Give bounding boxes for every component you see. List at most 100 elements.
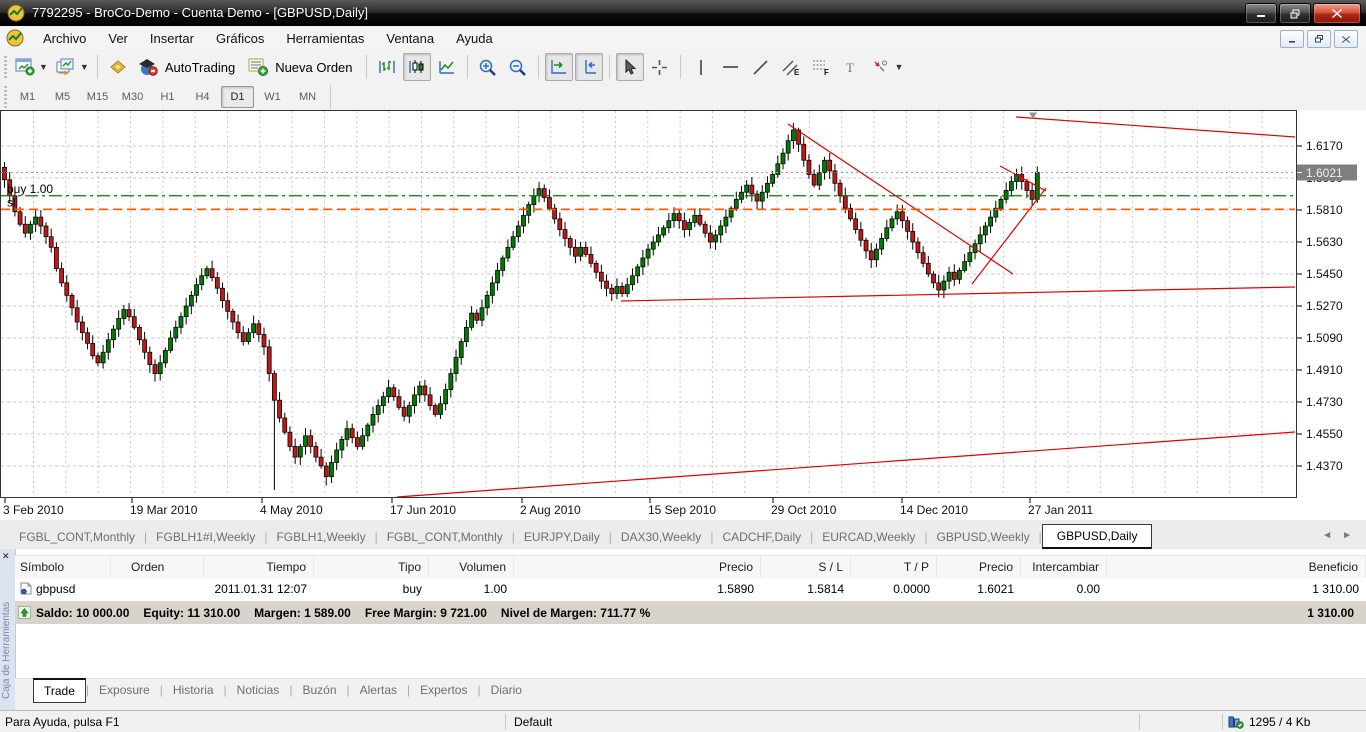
chart-tab-eurjpy-daily[interactable]: EURJPY,Daily [515,526,609,549]
timeframe-m15[interactable]: M15 [81,86,114,108]
summary-part-4: Nivel de Margen: 711.77 % [501,606,650,620]
column-header-intercambiar[interactable]: Intercambiar [1021,556,1107,579]
summary-part-2: Margen: 1 589.00 [254,606,351,620]
text-tool-button[interactable]: T [837,53,865,81]
timeframe-m1[interactable]: M1 [11,86,44,108]
minimize-button[interactable] [1245,3,1277,24]
new-order-label[interactable]: Nueva Orden [275,60,352,75]
timeframe-h1[interactable]: H1 [151,86,184,108]
svg-text:sl: sl [7,195,16,209]
chart-tab-dax30-weekly[interactable]: DAX30,Weekly [612,526,710,549]
profiles-button[interactable] [52,53,80,81]
close-button[interactable] [1313,3,1361,24]
crosshair-tool-button[interactable] [646,53,674,81]
mt4-application-window: 7792295 - BroCo-Demo - Cuenta Demo - [GB… [0,0,1366,732]
menu-archivo[interactable]: Archivo [32,28,97,49]
column-header-orden[interactable]: Orden [111,556,204,579]
line-chart-mode-button[interactable] [433,53,461,81]
chart-tabs-scroll-left[interactable]: ◄ [1322,530,1332,541]
svg-text:2 Aug 2010: 2 Aug 2010 [520,503,581,517]
toolbox-sidebar[interactable]: Caja de Herramientas [0,549,16,710]
zoom-in-button[interactable] [474,53,502,81]
column-header-sl[interactable]: S / L [761,556,851,579]
chart-tabs-scroll-right[interactable]: ► [1342,530,1352,541]
chart-tab-gbpusd-daily[interactable]: GBPUSD,Daily [1042,524,1153,549]
channel-tool-button[interactable]: E [777,53,805,81]
menu-ver[interactable]: Ver [97,28,139,49]
profiles-dropdown-caret[interactable]: ▼ [80,62,89,72]
new-chart-dropdown-caret[interactable]: ▼ [39,62,48,72]
column-header-tp[interactable]: T / P [851,556,937,579]
arrows-tool-button[interactable] [867,53,895,81]
price-chart[interactable]: buy 1.00sl1.61701.59901.58101.56301.5450… [0,110,1366,520]
menu-gráficos[interactable]: Gráficos [205,28,275,49]
chart-tab-gbpusd-weekly[interactable]: GBPUSD,Weekly [928,526,1039,549]
menu-ayuda[interactable]: Ayuda [445,28,504,49]
candlestick-mode-button[interactable] [403,53,431,81]
terminal-panel: Caja de Herramientas ✕ SímboloOrdenTiemp… [0,549,1366,710]
terminal-tab-diario[interactable]: Diario [481,679,532,701]
chart-tab-fgblh1-i-weekly[interactable]: FGBLH1#I,Weekly [147,526,264,549]
auto-scroll-button[interactable] [575,53,603,81]
timeframe-h4[interactable]: H4 [186,86,219,108]
toolbar-grip[interactable] [4,56,7,78]
column-header-precio[interactable]: Precio [937,556,1021,579]
metaquotes-button[interactable] [104,53,132,81]
terminal-tab-historia[interactable]: Historia [163,679,224,701]
autotrading-button[interactable] [134,53,162,81]
terminal-tab-expertos[interactable]: Expertos [410,679,477,701]
timeframe-m5[interactable]: M5 [46,86,79,108]
terminal-tab-noticias[interactable]: Noticias [227,679,290,701]
timeframe-grip[interactable] [4,86,7,108]
column-header-smbolo[interactable]: Símbolo [15,556,111,579]
restore-button[interactable] [1279,3,1311,24]
terminal-tab-exposure[interactable]: Exposure [89,679,160,701]
chart-tab-fgblh1-weekly[interactable]: FGBLH1,Weekly [267,526,374,549]
column-header-tipo[interactable]: Tipo [314,556,429,579]
timeframe-mn[interactable]: MN [291,86,324,108]
timeframe-m30[interactable]: M30 [116,86,149,108]
chart-tab-eurcad-weekly[interactable]: EURCAD,Weekly [813,526,924,549]
account-summary-row: Saldo: 10 000.00Equity: 11 310.00Margen:… [15,601,1366,624]
terminal-tab-trade[interactable]: Trade [33,678,86,703]
column-header-volumen[interactable]: Volumen [429,556,514,579]
horizontal-line-tool-button[interactable] [717,53,745,81]
status-help-text: Para Ayuda, pulsa F1 [0,715,505,729]
title-bar[interactable]: 7792295 - BroCo-Demo - Cuenta Demo - [GB… [0,0,1366,26]
cursor-tool-button[interactable] [616,53,644,81]
chart-tab-fgbl-cont-monthly[interactable]: FGBL_CONT,Monthly [378,526,512,549]
summary-part-0: Saldo: 10 000.00 [36,606,129,620]
svg-text:1.4370: 1.4370 [1306,459,1343,473]
menu-ventana[interactable]: Ventana [375,28,445,49]
column-header-tiempo[interactable]: Tiempo [204,556,314,579]
timeframe-d1[interactable]: D1 [221,86,254,108]
arrows-dropdown-caret[interactable]: ▼ [895,62,904,72]
autotrading-label[interactable]: AutoTrading [165,60,235,75]
child-restore-button[interactable] [1307,30,1331,48]
column-header-beneficio[interactable]: Beneficio [1107,556,1366,579]
terminal-close-icon[interactable]: ✕ [2,552,10,561]
child-minimize-button[interactable] [1280,30,1304,48]
new-chart-button[interactable] [11,53,39,81]
line-chart-mode-icon [438,58,456,76]
svg-text:F: F [824,68,829,76]
chart-shift-button[interactable] [545,53,573,81]
bar-chart-mode-button[interactable] [373,53,401,81]
column-header-precio[interactable]: Precio [514,556,761,579]
orders-table-row[interactable]: gbpusd2011.01.31 12:07buy1.001.58901.581… [15,578,1366,601]
child-close-button[interactable] [1334,30,1358,48]
menu-herramientas[interactable]: Herramientas [275,28,375,49]
new-order-button[interactable] [244,53,272,81]
terminal-tab-alertas[interactable]: Alertas [350,679,407,701]
status-profile[interactable]: Default [506,715,1139,729]
svg-text:1.6170: 1.6170 [1306,139,1343,153]
trendline-tool-button[interactable] [747,53,775,81]
terminal-tab-buzn[interactable]: Buzón [292,679,346,701]
zoom-out-button[interactable] [504,53,532,81]
menu-insertar[interactable]: Insertar [139,28,205,49]
fibonacci-tool-button[interactable]: F [807,53,835,81]
timeframe-w1[interactable]: W1 [256,86,289,108]
chart-tab-fgbl-cont-monthly[interactable]: FGBL_CONT,Monthly [10,526,144,549]
chart-tab-cadchf-daily[interactable]: CADCHF,Daily [713,526,810,549]
vertical-line-tool-button[interactable] [687,53,715,81]
